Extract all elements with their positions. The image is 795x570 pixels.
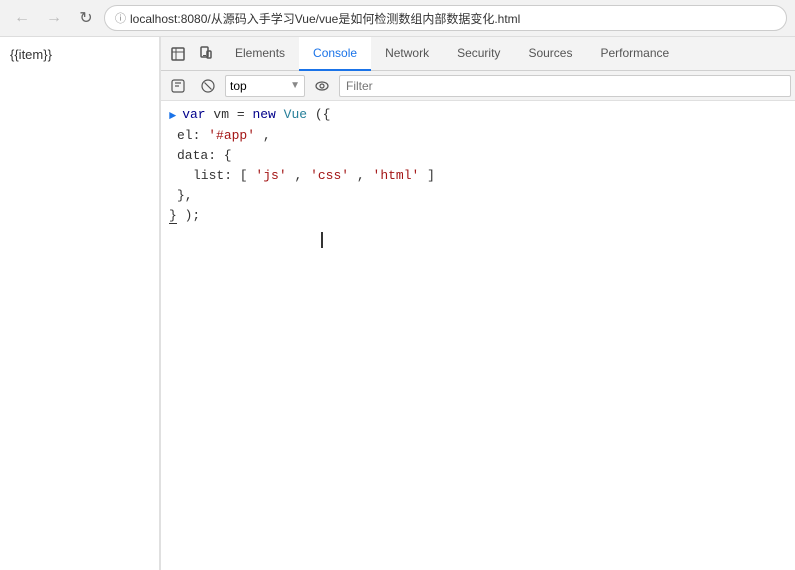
tab-network[interactable]: Network: [371, 37, 443, 71]
html-str: 'html': [373, 168, 420, 183]
filter-input[interactable]: [339, 75, 791, 97]
context-value: top: [230, 79, 247, 93]
forward-button[interactable]: →: [40, 4, 68, 32]
cursor-container: [161, 230, 795, 250]
comma3: ,: [357, 168, 365, 183]
tab-performance[interactable]: Performance: [586, 37, 683, 71]
page-content: {{item}}: [0, 37, 160, 570]
tab-console[interactable]: Console: [299, 37, 371, 71]
console-line-6: } );: [161, 206, 795, 226]
clear-console-button[interactable]: [195, 73, 221, 99]
text-cursor: [321, 232, 323, 248]
space1: vm: [213, 107, 236, 122]
brace-open: ({: [315, 107, 331, 122]
context-dropdown-arrow: ▼: [290, 80, 300, 91]
code-line-1: var vm = new Vue ({: [182, 106, 330, 124]
device-icon: [198, 46, 214, 62]
bracket-close: ]: [427, 168, 435, 183]
kw-var: var: [182, 107, 205, 122]
back-button[interactable]: ←: [8, 4, 36, 32]
data-kw: data: {: [177, 148, 232, 163]
equals: =: [237, 107, 253, 122]
console-line-1: ► var vm = new Vue ({: [161, 105, 795, 126]
closing-brace: }: [169, 208, 177, 224]
context-selector[interactable]: top ▼: [225, 75, 305, 97]
console-line-2: el: '#app' ,: [161, 126, 795, 146]
address-bar[interactable]: ⓘ localhost:8080/从源码入手学习Vue/vue是如何检测数组内部…: [104, 5, 787, 31]
js-str: 'js': [255, 168, 286, 183]
class-vue: Vue: [284, 107, 307, 122]
browser-chrome: ← → ↻ ⓘ localhost:8080/从源码入手学习Vue/vue是如何…: [0, 0, 795, 37]
code-line-3: data: {: [177, 147, 232, 165]
console-arrow: ►: [169, 107, 176, 125]
code-line-4: list: [ 'js' , 'css' , 'html' ]: [193, 167, 435, 185]
device-toolbar-button[interactable]: [193, 41, 219, 67]
tab-sources[interactable]: Sources: [514, 37, 586, 71]
console-output: ► var vm = new Vue ({ el: '#app' ,: [161, 101, 795, 570]
refresh-button[interactable]: ↻: [72, 4, 100, 32]
devtools-panel: Elements Console Network Security Source…: [160, 37, 795, 570]
console-line-4: list: [ 'js' , 'css' , 'html' ]: [161, 166, 795, 186]
code-line-5: },: [177, 187, 193, 205]
nav-bar: ← → ↻ ⓘ localhost:8080/从源码入手学习Vue/vue是如何…: [0, 0, 795, 36]
devtools-icon-toolbar: Elements Console Network Security Source…: [161, 37, 795, 71]
inspect-element-button[interactable]: [165, 41, 191, 67]
comma2: ,: [294, 168, 302, 183]
eye-button[interactable]: [309, 73, 335, 99]
console-toolbar: top ▼: [161, 71, 795, 101]
execute-icon: [171, 79, 185, 93]
code-line-2: el: '#app' ,: [177, 127, 271, 145]
kw-new: new: [252, 107, 275, 122]
list-kw: list: [: [193, 168, 248, 183]
template-text: {{item}}: [10, 47, 52, 62]
main-area: {{item}} Elements: [0, 37, 795, 570]
el-val: '#app': [208, 128, 255, 143]
semi: );: [185, 208, 201, 223]
execute-button[interactable]: [165, 73, 191, 99]
tab-security[interactable]: Security: [443, 37, 514, 71]
css-str: 'css': [310, 168, 349, 183]
tab-elements[interactable]: Elements: [221, 37, 299, 71]
comma1: ,: [263, 128, 271, 143]
clear-icon: [201, 79, 215, 93]
inspect-icon: [170, 46, 186, 62]
console-line-3: data: {: [161, 146, 795, 166]
console-line-5: },: [161, 186, 795, 206]
code-line-6: } );: [169, 207, 200, 225]
el-kw: el:: [177, 128, 208, 143]
url-text: localhost:8080/从源码入手学习Vue/vue是如何检测数组内部数据…: [130, 10, 520, 27]
eye-icon: [315, 79, 329, 93]
devtools-tabs: Elements Console Network Security Source…: [221, 37, 791, 71]
lock-icon: ⓘ: [115, 10, 126, 26]
